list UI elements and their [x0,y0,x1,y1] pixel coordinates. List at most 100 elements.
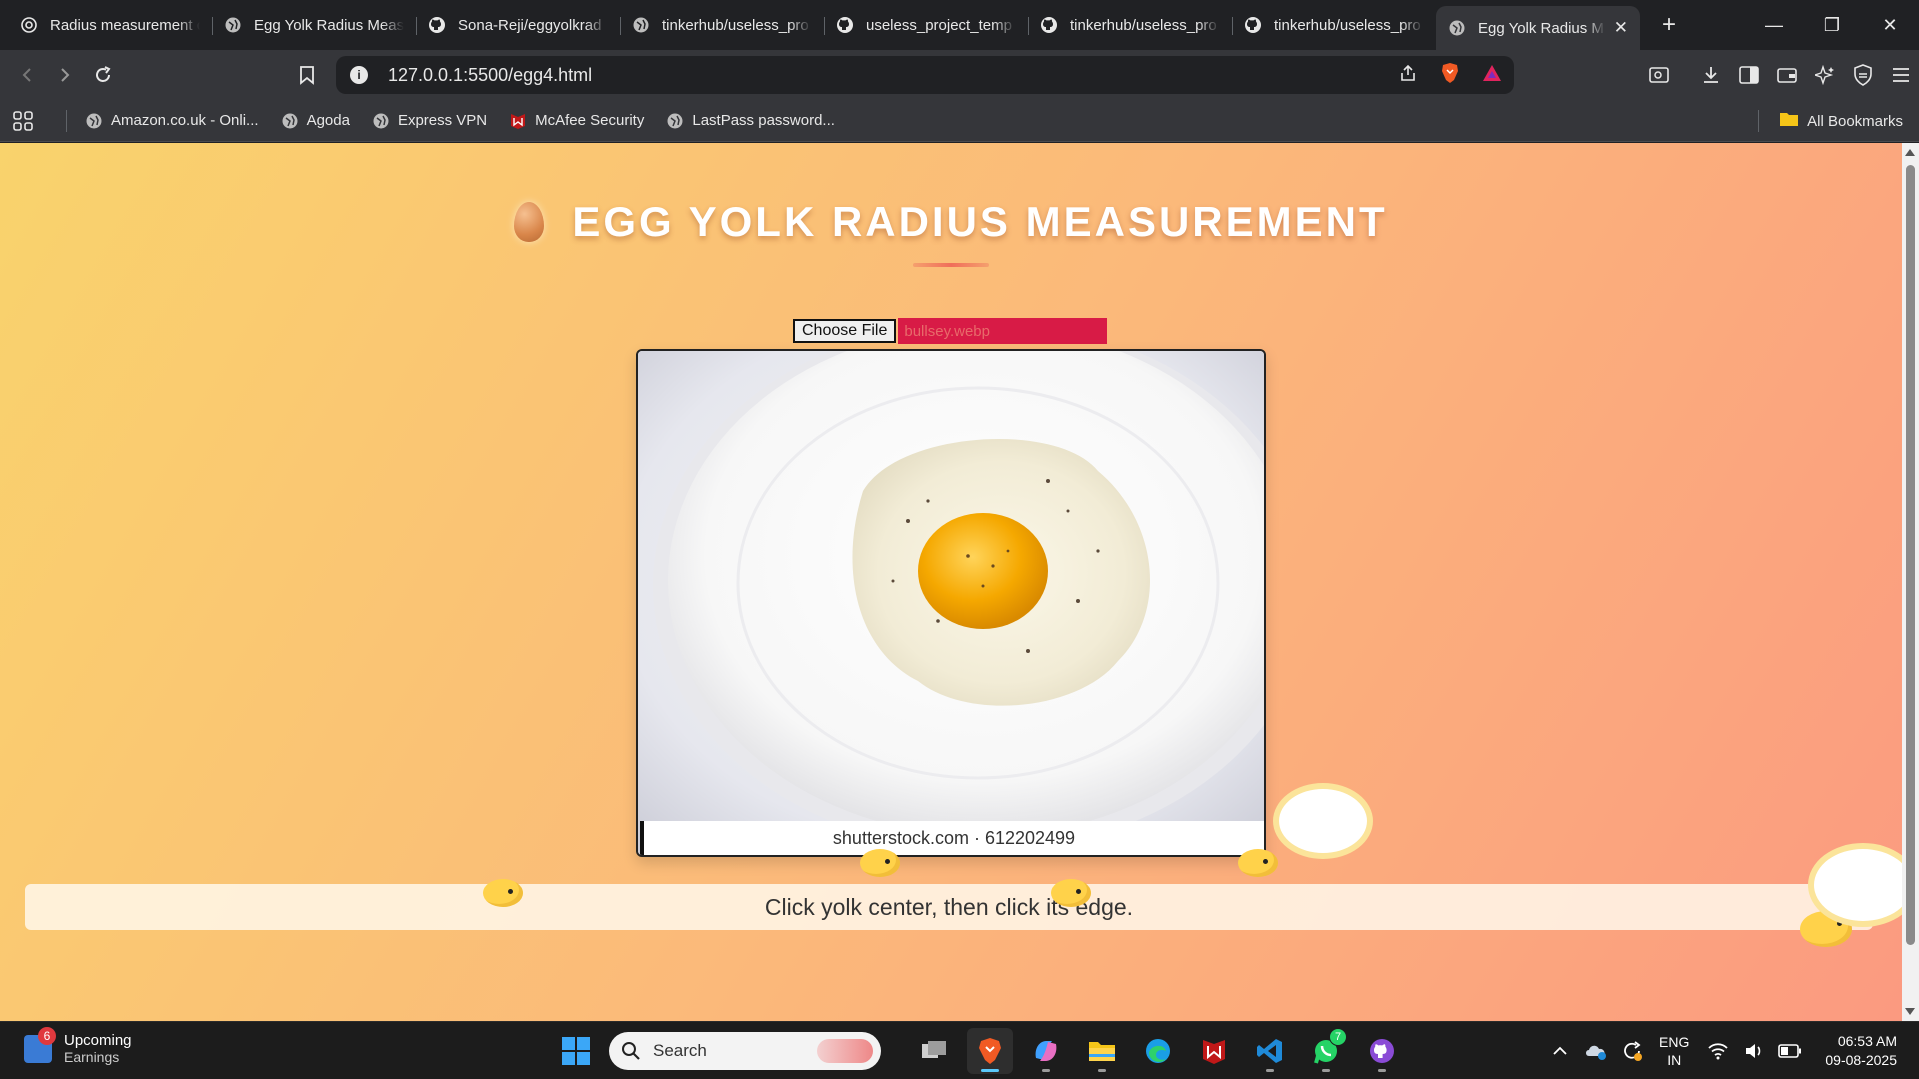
close-tab-icon[interactable]: ✕ [1614,18,1628,38]
bookmark-label: Agoda [306,112,350,129]
windows-taskbar: 6 Upcoming Earnings Search 7 ENG IN 06:5… [0,1021,1919,1079]
bookmarks-bar: Amazon.co.uk - Onli... Agoda Express VPN… [0,100,1919,142]
status-message: Click yolk center, then click its edge. [25,884,1873,930]
vscode-icon[interactable] [1247,1028,1293,1074]
chick-decoration [860,849,900,877]
brave-browser-icon[interactable] [967,1028,1013,1074]
file-explorer-icon[interactable] [1079,1028,1125,1074]
language-code: ENG [1659,1034,1690,1050]
widgets-badge: 6 [38,1026,56,1045]
edge-icon[interactable] [1135,1028,1181,1074]
github-icon [1244,16,1262,34]
file-input[interactable]: Choose File bullsey.webp [793,318,1108,344]
search-highlight-image [817,1039,873,1063]
reader-mode-icon[interactable] [1649,65,1669,85]
scroll-down-icon[interactable] [1905,1008,1915,1015]
tab-active[interactable]: Egg Yolk Radius M ✕ [1436,6,1640,50]
windows-start-icon[interactable] [553,1028,599,1074]
github-icon [428,16,446,34]
search-icon [622,1042,640,1060]
wifi-icon[interactable] [1703,1042,1733,1060]
copilot-icon[interactable] [1023,1028,1069,1074]
tab-5[interactable]: useless_project_temp [824,5,1028,45]
chick-decoration [483,879,523,907]
tab-7[interactable]: tinkerhub/useless_pro [1232,5,1436,45]
reload-icon[interactable] [84,56,122,94]
onedrive-icon[interactable] [1581,1042,1611,1060]
browser-toolbar: i 127.0.0.1:5500/egg4.html [0,50,1919,100]
egg-image-canvas[interactable]: shutterstock.com · 612202499 [636,349,1266,857]
bookmark-label: McAfee Security [535,112,645,129]
choose-file-button[interactable]: Choose File [793,319,897,343]
bookmarks-divider [66,109,67,132]
language-indicator[interactable]: ENG IN [1659,1033,1689,1069]
brave-rewards-icon[interactable] [1482,64,1502,87]
page-scrollbar[interactable] [1902,143,1919,1021]
wallet-icon[interactable] [1777,65,1797,85]
bookmark-label: Express VPN [397,112,488,129]
bookmark-agoda[interactable]: Agoda [281,112,350,130]
clock[interactable]: 06:53 AM 09-08-2025 [1825,1032,1897,1070]
close-window-icon[interactable]: ✕ [1861,0,1919,50]
widgets-button[interactable]: 6 Upcoming Earnings [24,1026,132,1065]
new-tab-button[interactable]: + [1654,11,1684,39]
address-bar[interactable]: i 127.0.0.1:5500/egg4.html [336,56,1514,94]
toolbar-right [1649,50,1911,100]
bookmark-mcafee[interactable]: McAfee Security [509,112,644,130]
globe-icon [85,112,103,130]
sidebar-icon[interactable] [1739,65,1759,85]
all-bookmarks[interactable]: All Bookmarks [1779,100,1903,142]
forward-icon[interactable] [46,56,84,94]
tab-title: useless_project_temp [866,16,1012,34]
page-viewport: EGG YOLK RADIUS MEASUREMENT Choose File … [0,143,1902,1021]
minimize-icon[interactable]: — [1745,0,1803,50]
title-underline [913,263,989,267]
download-icon[interactable] [1701,65,1721,85]
sync-icon[interactable] [1617,1040,1647,1062]
restore-icon[interactable]: ❐ [1803,0,1861,50]
tab-4[interactable]: tinkerhub/useless_pro [620,5,824,45]
battery-icon[interactable] [1775,1044,1805,1058]
volume-icon[interactable] [1739,1042,1769,1060]
taskbar-apps: Search 7 [553,1028,1405,1074]
share-icon[interactable] [1398,63,1418,88]
taskbar-search[interactable]: Search [609,1032,881,1070]
search-placeholder: Search [653,1041,707,1060]
widget-title: Upcoming [64,1032,132,1049]
bookmark-express-vpn[interactable]: Express VPN [372,112,487,130]
image-watermark: shutterstock.com · 612202499 [640,821,1264,855]
tab-title: tinkerhub/useless_pro [1274,16,1421,34]
chevron-up-icon[interactable] [1545,1046,1575,1056]
bookmark-amazon[interactable]: Amazon.co.uk - Onli... [85,112,259,130]
tab-title: Egg Yolk Radius Meas [254,16,404,34]
apps-grid-icon[interactable] [12,110,34,132]
brave-shield-icon[interactable] [1440,62,1460,89]
tab-2[interactable]: Egg Yolk Radius Meas [212,5,416,45]
tab-1[interactable]: Radius measurement c [8,5,212,45]
all-bookmarks-divider [1758,110,1759,132]
info-icon[interactable]: i [350,66,368,84]
globe-icon [666,112,684,130]
omnibox-actions [1398,56,1502,94]
leo-ai-icon[interactable] [1815,65,1835,85]
whatsapp-icon[interactable]: 7 [1303,1028,1349,1074]
widget-subtitle: Earnings [64,1049,120,1065]
chick-decoration [1238,849,1278,877]
system-tray: ENG IN 06:53 AM 09-08-2025 [1545,1022,1919,1079]
mcafee-taskbar-icon[interactable] [1191,1028,1237,1074]
vpn-icon[interactable] [1853,64,1873,86]
bookmark-icon[interactable] [288,56,326,94]
github-desktop-icon[interactable] [1359,1028,1405,1074]
bookmark-lastpass[interactable]: LastPass password... [666,112,835,130]
page-title: EGG YOLK RADIUS MEASUREMENT [572,198,1388,245]
scrollbar-thumb[interactable] [1906,165,1915,945]
running-indicator [1378,1069,1386,1072]
scroll-up-icon[interactable] [1905,149,1915,156]
back-icon[interactable] [8,56,46,94]
tab-3[interactable]: Sona-Reji/eggyolkrad [416,5,620,45]
globe-icon [1448,19,1466,37]
tab-6[interactable]: tinkerhub/useless_pro [1028,5,1232,45]
task-view-icon[interactable] [911,1028,957,1074]
widgets-icon: 6 [24,1026,56,1063]
menu-icon[interactable] [1891,65,1911,85]
